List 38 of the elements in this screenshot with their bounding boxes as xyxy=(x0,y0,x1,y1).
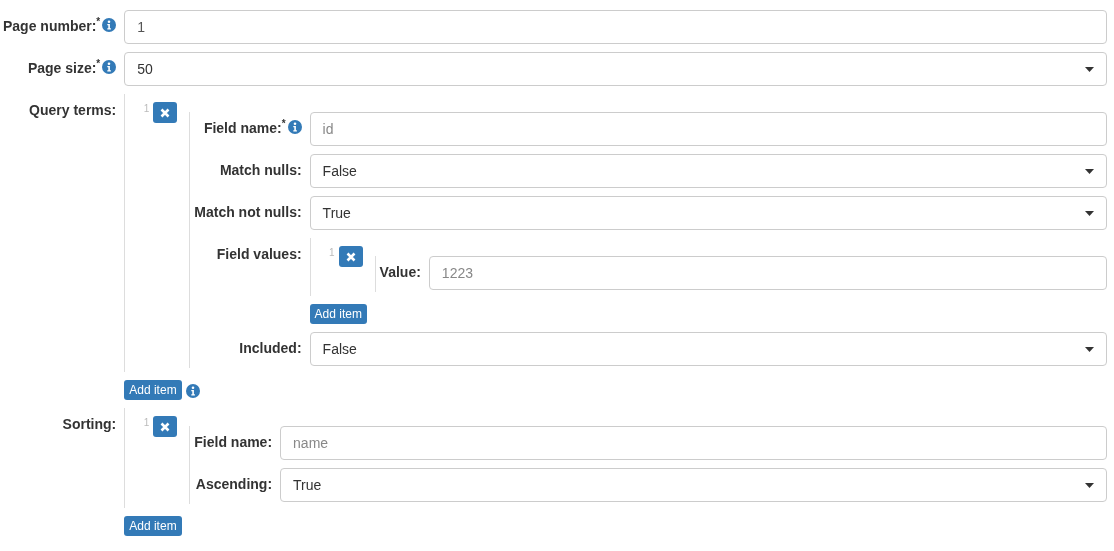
caret-icon xyxy=(1085,346,1094,352)
close-icon xyxy=(160,421,171,432)
select-field[interactable]: False xyxy=(309,154,1107,188)
select-field[interactable]: True xyxy=(309,196,1107,230)
remove-button[interactable] xyxy=(153,102,178,123)
item-index: 1 xyxy=(329,246,335,260)
caret-icon xyxy=(1085,210,1094,216)
field-label: Field name:$^{*}$ xyxy=(203,118,286,138)
field-label: Page size:$^{*}$ xyxy=(27,58,101,78)
close-icon xyxy=(345,251,356,262)
field-label: Field name: xyxy=(194,433,273,452)
field-label: Sorting: xyxy=(62,415,117,434)
add-item-button[interactable]: Add item xyxy=(124,380,182,400)
text-field[interactable]: id xyxy=(309,112,1107,146)
caret-icon xyxy=(1085,66,1094,72)
text-field[interactable]: 1 xyxy=(124,10,1107,44)
field-label: Value: xyxy=(379,263,421,282)
caret-icon xyxy=(1085,482,1094,488)
item-index: 1 xyxy=(143,416,150,430)
caret-icon xyxy=(1085,168,1094,174)
remove-button[interactable] xyxy=(338,246,363,267)
field-label: Query terms: xyxy=(29,101,117,120)
field-label: Field values: xyxy=(216,245,302,264)
field-label: Included: xyxy=(239,339,302,358)
field-label: Ascending: xyxy=(195,475,273,494)
field-label: Page number:$^{*}$ xyxy=(3,16,101,36)
field-label: Match not nulls: xyxy=(194,203,302,222)
add-item-button[interactable]: Add item xyxy=(124,516,182,536)
text-field[interactable]: 1223 xyxy=(428,256,1107,290)
field-label: Match nulls: xyxy=(219,161,302,180)
text-field[interactable]: name xyxy=(280,426,1107,460)
item-index: 1 xyxy=(143,102,150,116)
close-icon xyxy=(160,107,171,118)
select-field[interactable]: True xyxy=(280,468,1107,502)
select-field[interactable]: 50 xyxy=(124,52,1107,86)
add-item-button[interactable]: Add item xyxy=(309,304,367,324)
select-field[interactable]: False xyxy=(309,332,1107,366)
remove-button[interactable] xyxy=(153,416,178,437)
